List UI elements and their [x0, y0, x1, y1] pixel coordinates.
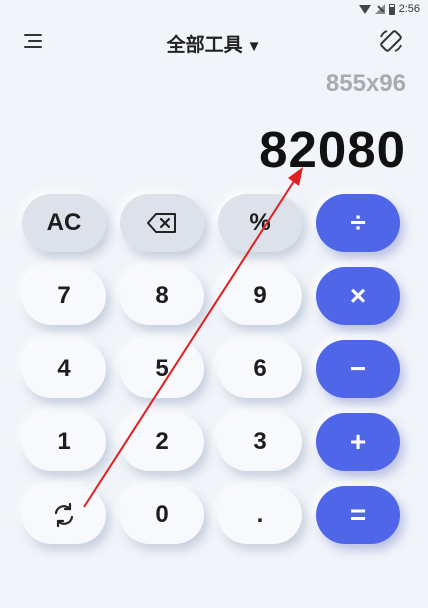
decimal-button[interactable]: .: [218, 486, 302, 544]
refresh-icon: [54, 502, 74, 528]
status-icons: 2:56: [358, 3, 420, 15]
status-bar: 2:56: [0, 0, 428, 22]
divide-button[interactable]: ÷: [316, 194, 400, 252]
key-9[interactable]: 9: [218, 267, 302, 325]
ac-button[interactable]: AC: [22, 194, 106, 252]
result-display: 82080: [259, 121, 406, 178]
backspace-button[interactable]: [120, 194, 204, 252]
key-0[interactable]: 0: [120, 486, 204, 544]
key-4[interactable]: 4: [22, 340, 106, 398]
key-2[interactable]: 2: [120, 413, 204, 471]
minus-button[interactable]: −: [316, 340, 400, 398]
key-5[interactable]: 5: [120, 340, 204, 398]
key-6[interactable]: 6: [218, 340, 302, 398]
page-title: 全部工具: [166, 35, 243, 56]
signal-icon: [374, 4, 385, 14]
key-1[interactable]: 1: [22, 413, 106, 471]
backspace-icon: [147, 213, 176, 233]
screen-rotate-icon[interactable]: [378, 28, 404, 54]
tool-selector[interactable]: 全部工具 ▼: [0, 30, 428, 57]
refresh-button[interactable]: [22, 486, 106, 544]
status-time: 2:56: [398, 3, 420, 15]
multiply-button[interactable]: ×: [316, 267, 400, 325]
key-3[interactable]: 3: [218, 413, 302, 471]
battery-icon: [388, 3, 395, 15]
wifi-icon: [358, 5, 371, 14]
equals-button[interactable]: =: [316, 486, 400, 544]
key-8[interactable]: 8: [120, 267, 204, 325]
key-7[interactable]: 7: [22, 267, 106, 325]
dropdown-arrow-icon: ▼: [246, 38, 262, 55]
percent-button[interactable]: %: [218, 194, 302, 252]
history-expression: 855x96: [325, 70, 406, 97]
plus-button[interactable]: +: [316, 413, 400, 471]
